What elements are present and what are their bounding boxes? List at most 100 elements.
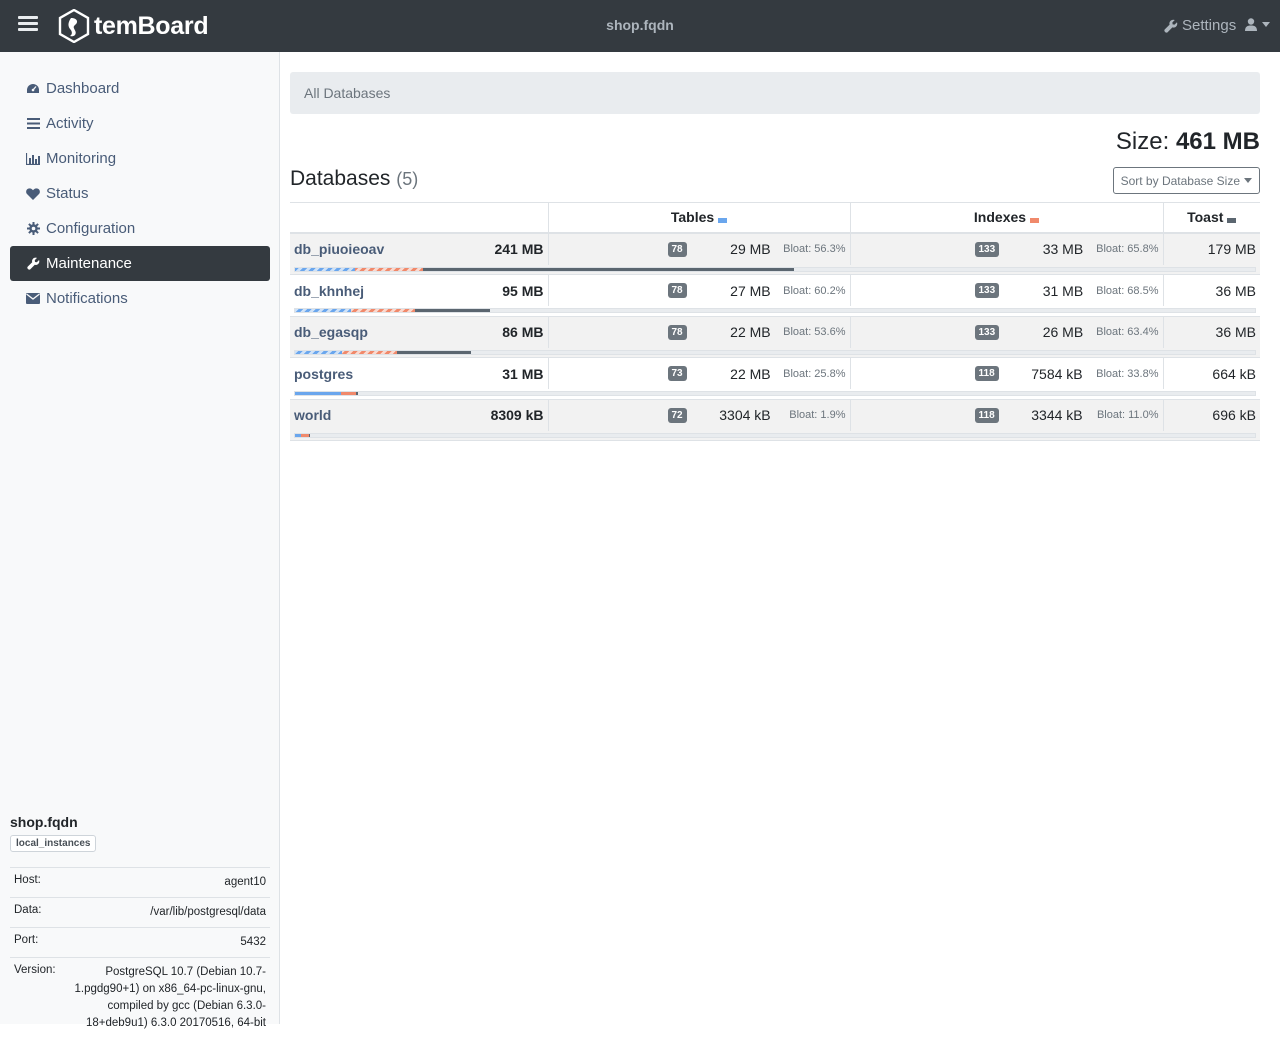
detail-label: Port: xyxy=(10,928,70,958)
tables-size: 22 MB xyxy=(687,366,771,382)
tables-bloat: Bloat: 1.9% xyxy=(771,409,846,421)
table-row-bar xyxy=(290,306,1260,316)
toast-bar-segment xyxy=(423,268,794,271)
indexes-size: 3344 kB xyxy=(999,407,1083,423)
sidebar-item-label: Dashboard xyxy=(46,80,119,97)
header-tables: Tables xyxy=(548,203,850,233)
tables-count-badge: 78 xyxy=(668,242,687,257)
database-count: (5) xyxy=(396,169,418,189)
detail-label: Version: xyxy=(10,958,70,1038)
page-title-text: Databases xyxy=(290,167,390,190)
table-row: world8309 kB723304 kBBloat: 1.9%1183344 … xyxy=(290,399,1260,431)
header-indexes: Indexes xyxy=(850,203,1163,233)
db-name-cell: world 8309 kB xyxy=(290,399,548,431)
sort-label: Sort by Database Size xyxy=(1121,174,1240,188)
indexes-size: 7584 kB xyxy=(999,366,1083,382)
header-name xyxy=(290,203,548,233)
tables-cell: 723304 kBBloat: 1.9% xyxy=(548,399,850,431)
sort-dropdown-button[interactable]: Sort by Database Size xyxy=(1113,167,1260,194)
header-indexes-label: Indexes xyxy=(974,209,1026,225)
sidebar-item-status[interactable]: Status xyxy=(10,176,270,211)
size-bar xyxy=(294,350,1256,355)
tables-size: 3304 kB xyxy=(687,407,771,423)
database-size: 8309 kB xyxy=(491,407,544,423)
sidebar-item-monitoring[interactable]: Monitoring xyxy=(10,141,270,176)
indexes-count-badge: 133 xyxy=(975,283,1000,298)
indexes-bloat: Bloat: 33.8% xyxy=(1083,368,1159,380)
size-bar-cell xyxy=(290,306,1260,316)
database-link[interactable]: postgres xyxy=(294,366,353,382)
sidebar-item-label: Maintenance xyxy=(46,255,132,272)
detail-row-port: Port: 5432 xyxy=(10,928,270,958)
chevron-down-icon xyxy=(1244,178,1252,183)
idx-bar-segment xyxy=(301,434,309,437)
detail-label: Data: xyxy=(10,898,70,928)
indexes-size: 26 MB xyxy=(999,324,1083,340)
header-toast-label: Toast xyxy=(1187,209,1223,225)
size-bar-cell xyxy=(290,431,1260,441)
bar-chart-icon xyxy=(26,152,40,166)
breadcrumb-item: All Databases xyxy=(304,85,390,101)
wrench-icon xyxy=(26,257,40,271)
detail-row-host: Host: agent10 xyxy=(10,868,270,898)
tables-count-badge: 72 xyxy=(668,408,687,423)
tables-bloat: Bloat: 60.2% xyxy=(771,285,846,297)
detail-row-version: Version: PostgreSQL 10.7 (Debian 10.7-1.… xyxy=(10,958,270,1038)
dashboard-icon xyxy=(26,82,40,96)
sidebar-item-maintenance[interactable]: Maintenance xyxy=(10,246,270,281)
toast-size: 36 MB xyxy=(1216,283,1256,299)
user-icon xyxy=(1245,18,1257,31)
tables-bloat: Bloat: 25.8% xyxy=(771,368,846,380)
table-row-bar xyxy=(290,348,1260,358)
table-row: db_egasqp86 MB7822 MBBloat: 53.6%13326 M… xyxy=(290,316,1260,348)
database-link[interactable]: db_egasqp xyxy=(294,324,368,340)
size-bar xyxy=(294,308,1256,313)
database-link[interactable]: world xyxy=(294,407,331,423)
detail-value: 5432 xyxy=(70,928,270,958)
sidebar-item-activity[interactable]: Activity xyxy=(10,106,270,141)
page-title: Databases (5) xyxy=(290,167,418,191)
chevron-down-icon xyxy=(1262,22,1270,27)
db-name-cell: db_khnhej95 MB xyxy=(290,275,548,307)
total-size-label: Size: xyxy=(1116,128,1169,155)
indexes-cell: 13331 MBBloat: 68.5% xyxy=(850,275,1163,307)
sidebar-item-notifications[interactable]: Notifications xyxy=(10,281,270,316)
sidebar-item-label: Monitoring xyxy=(46,150,116,167)
table-row-bar xyxy=(290,389,1260,399)
indexes-legend-swatch xyxy=(1030,218,1039,223)
tables-bloat: Bloat: 53.6% xyxy=(771,326,846,338)
header-tables-label: Tables xyxy=(671,209,714,225)
toast-bar-segment xyxy=(397,351,471,354)
wrench-icon xyxy=(1164,19,1178,33)
settings-link[interactable]: Settings xyxy=(1164,17,1236,34)
database-link[interactable]: db_khnhej xyxy=(294,283,364,299)
tbl-bar-segment xyxy=(295,351,342,354)
database-size: 86 MB xyxy=(502,324,543,340)
sidebar-item-configuration[interactable]: Configuration xyxy=(10,211,270,246)
user-menu[interactable] xyxy=(1245,18,1270,31)
total-size: Size: 461 MB xyxy=(1116,128,1260,156)
tbl-bar-segment xyxy=(295,268,355,271)
indexes-size: 33 MB xyxy=(999,241,1083,257)
top-navbar: temBoard shop.fqdn Settings xyxy=(0,0,1280,52)
menu-toggle-icon[interactable] xyxy=(18,16,38,36)
toast-cell: 179 MB xyxy=(1163,233,1260,265)
database-size: 241 MB xyxy=(494,241,543,257)
toast-size: 664 kB xyxy=(1212,366,1256,382)
sidebar-item-label: Status xyxy=(46,185,89,202)
indexes-cell: 1187584 kBBloat: 33.8% xyxy=(850,358,1163,390)
settings-label: Settings xyxy=(1182,17,1236,34)
sidebar-item-dashboard[interactable]: Dashboard xyxy=(10,71,270,106)
database-link[interactable]: db_piuoieoav xyxy=(294,241,384,257)
sidebar-item-label: Notifications xyxy=(46,290,128,307)
tables-size: 27 MB xyxy=(687,283,771,299)
detail-label: Host: xyxy=(10,868,70,898)
size-bar-cell xyxy=(290,389,1260,399)
sidebar-item-label: Configuration xyxy=(46,220,135,237)
indexes-count-badge: 133 xyxy=(975,242,1000,257)
tables-size: 22 MB xyxy=(687,324,771,340)
brand-link[interactable]: temBoard xyxy=(58,8,208,44)
idx-bar-segment xyxy=(351,309,415,312)
gear-icon xyxy=(26,222,40,236)
sidebar-menu: Dashboard Activity Monitoring Status Con… xyxy=(10,71,270,316)
